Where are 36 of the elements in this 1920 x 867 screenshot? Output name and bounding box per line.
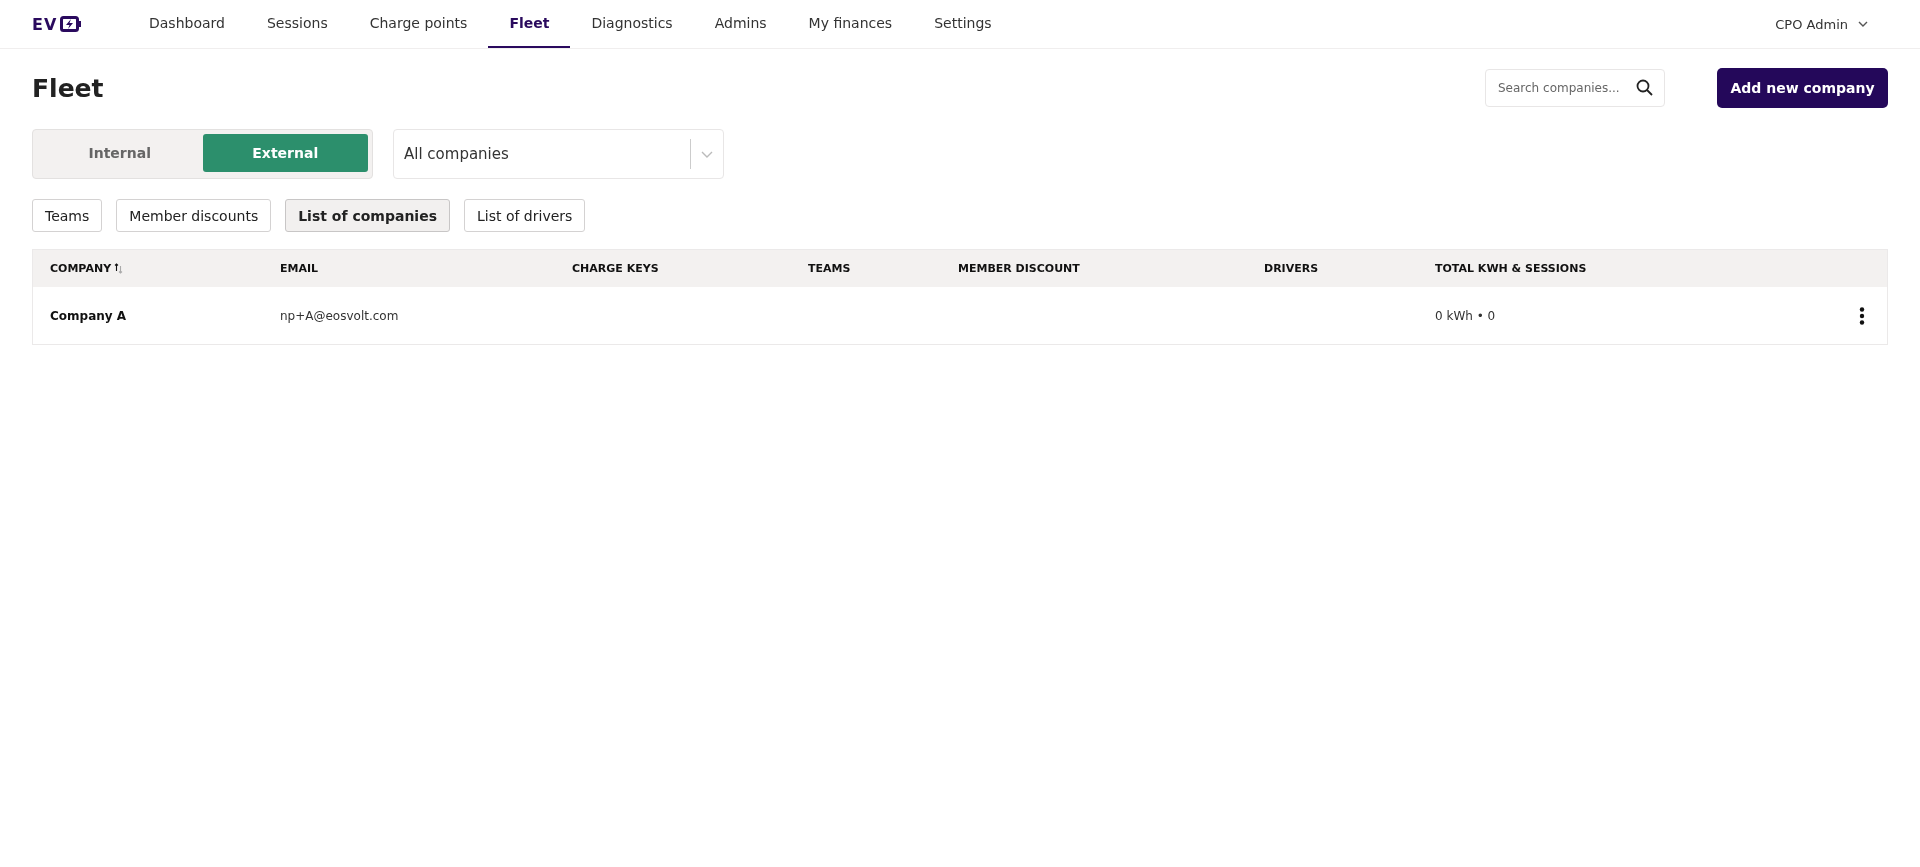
nav-tab[interactable]: My finances — [787, 0, 914, 48]
nav-tab[interactable]: Dashboard — [128, 0, 246, 48]
nav-tab[interactable]: Fleet — [488, 0, 571, 48]
chevron-down-icon — [1858, 21, 1868, 27]
column-header[interactable]: MEMBER DISCOUNT — [958, 262, 1080, 275]
column-header[interactable]: EMAIL — [280, 262, 319, 275]
table-cell: np+A@eosvolt.com — [280, 308, 399, 323]
company-select[interactable]: All companies — [393, 129, 724, 179]
column-header[interactable]: COMPANY — [50, 262, 124, 275]
sub-tab[interactable]: List of drivers — [464, 199, 586, 232]
sub-tab[interactable]: List of companies — [285, 199, 450, 232]
sub-tab[interactable]: Member discounts — [116, 199, 272, 232]
search-field[interactable]: Search companies... — [1485, 69, 1665, 107]
add-company-button[interactable]: Add new company — [1717, 68, 1888, 108]
column-header[interactable]: TEAMS — [808, 262, 851, 275]
user-menu[interactable]: CPO Admin — [1775, 16, 1868, 32]
nav-tab[interactable]: Charge points — [348, 0, 489, 48]
chevron-down-icon — [701, 150, 713, 158]
more-options-icon[interactable] — [1859, 306, 1865, 325]
page-title: Fleet — [32, 73, 105, 103]
search-icon — [1636, 79, 1653, 96]
column-header[interactable]: TOTAL KWH & SESSIONS — [1435, 262, 1587, 275]
nav-tab[interactable]: Settings — [913, 0, 1013, 48]
sort-icon[interactable] — [114, 263, 124, 274]
segment-button[interactable]: External — [202, 134, 368, 172]
table-cell: 0 kWh • 0 — [1435, 308, 1496, 323]
column-header[interactable]: DRIVERS — [1264, 262, 1319, 275]
battery-bolt-icon — [60, 16, 83, 32]
nav-tab[interactable]: Diagnostics — [570, 0, 694, 48]
logo-text: EV — [32, 14, 58, 34]
nav-tab[interactable]: Sessions — [245, 0, 349, 48]
segment-button[interactable]: Internal — [37, 134, 203, 172]
column-header[interactable]: CHARGE KEYS — [572, 262, 659, 275]
table-cell: Company A — [50, 308, 127, 323]
sub-tab[interactable]: Teams — [32, 199, 103, 232]
nav-tab[interactable]: Admins — [693, 0, 788, 48]
